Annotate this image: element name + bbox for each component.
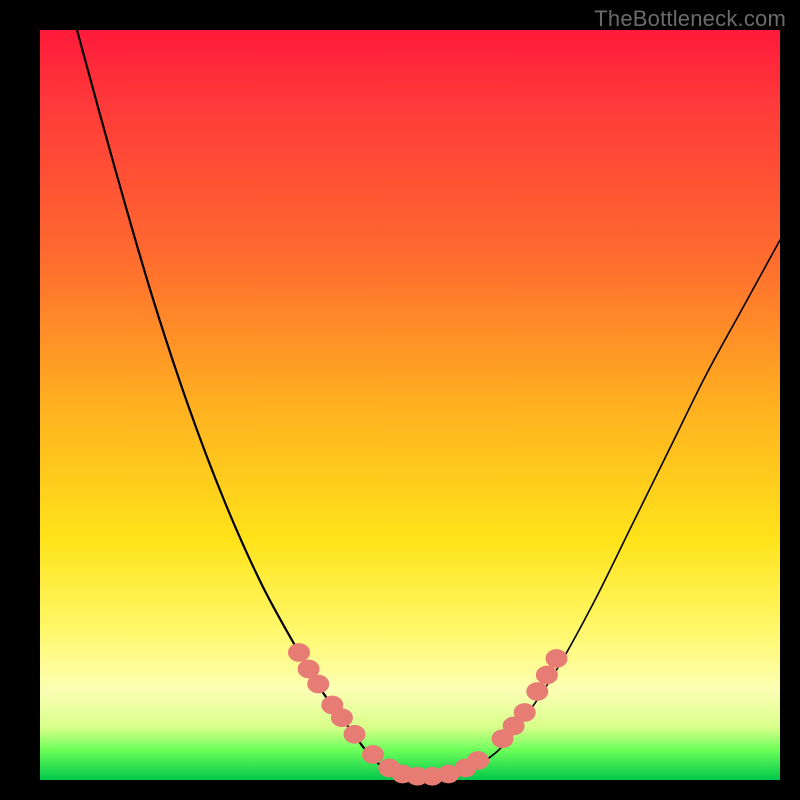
- data-marker: [514, 703, 536, 722]
- data-marker: [536, 666, 558, 685]
- data-marker: [467, 751, 489, 770]
- data-marker: [307, 675, 329, 694]
- data-marker: [362, 745, 384, 764]
- marker-group: [288, 643, 568, 785]
- data-marker: [331, 708, 353, 727]
- plot-area: [40, 30, 780, 780]
- chart-frame: TheBottleneck.com: [0, 0, 800, 800]
- data-marker: [288, 643, 310, 662]
- data-marker: [526, 682, 548, 701]
- curve-left: [77, 30, 469, 779]
- watermark-text: TheBottleneck.com: [594, 6, 786, 32]
- data-marker: [546, 649, 568, 668]
- curve-right: [388, 240, 780, 779]
- curve-group: [77, 30, 780, 779]
- curve-svg: [40, 30, 780, 780]
- data-marker: [344, 725, 366, 744]
